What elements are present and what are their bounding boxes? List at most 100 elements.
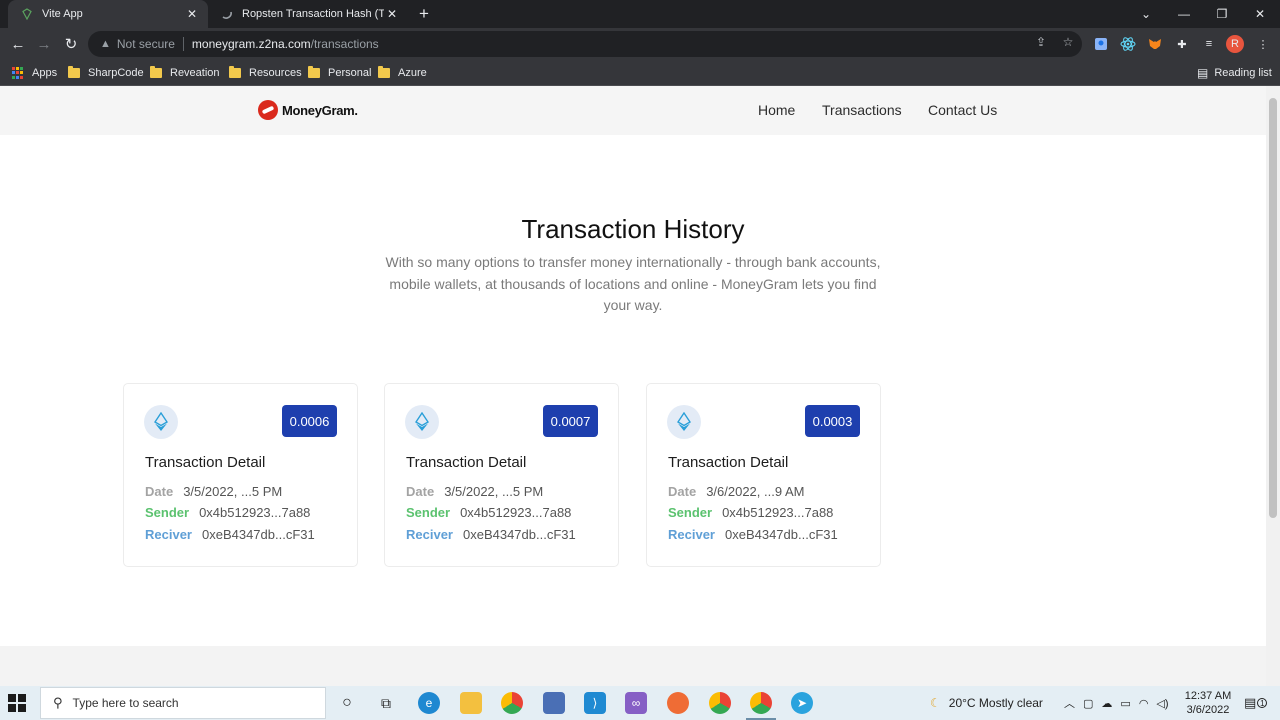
tray-chevron-icon[interactable]: ︿ xyxy=(1064,695,1075,711)
bookmark-apps[interactable]: Apps xyxy=(12,65,57,81)
volume-icon[interactable]: ◁) xyxy=(1156,697,1168,710)
page-footer-band xyxy=(0,646,1266,686)
moneygram-logo-icon xyxy=(258,100,278,120)
wifi-icon[interactable]: ◠ xyxy=(1139,697,1149,710)
receiver-value: 0xeB4347db...cF31 xyxy=(724,527,838,542)
page-scrollbar[interactable] xyxy=(1266,86,1280,686)
receiver-value: 0xeB4347db...cF31 xyxy=(201,527,315,542)
extensions-puzzle-icon[interactable]: ✚ xyxy=(1173,35,1191,53)
tab-search-icon[interactable]: ⌄ xyxy=(1128,0,1164,28)
sender-row: Sender 0x4b512923...7a88 xyxy=(145,505,310,520)
reload-icon[interactable]: ↻ xyxy=(59,32,83,56)
chrome-active-icon[interactable] xyxy=(750,692,772,714)
receiver-label: Reciver xyxy=(406,527,453,542)
tab-ropsten[interactable]: Ropsten Transaction Hash (Txhash) ✕ xyxy=(208,0,408,28)
file-explorer-icon[interactable] xyxy=(460,692,482,714)
minimize-button[interactable]: — xyxy=(1166,0,1202,28)
bookmark-azure[interactable]: Azure xyxy=(378,65,427,81)
tab-vite-app[interactable]: Vite App ✕ xyxy=(8,0,208,28)
warning-icon: ▲ xyxy=(100,38,111,50)
card-title: Transaction Detail xyxy=(406,454,527,471)
battery-icon[interactable]: ▭ xyxy=(1120,697,1130,710)
new-tab-button[interactable]: + xyxy=(415,5,433,23)
bookmark-resources[interactable]: Resources xyxy=(229,65,302,81)
postman-icon[interactable] xyxy=(667,692,689,714)
url-path: /transactions xyxy=(310,37,379,51)
receiver-row: Reciver 0xeB4347db...cF31 xyxy=(406,527,576,542)
telegram-icon[interactable]: ➤ xyxy=(791,692,813,714)
apps-grid-icon xyxy=(12,67,24,79)
moneygram-logo[interactable]: MoneyGram. xyxy=(258,100,358,120)
taskbar-search-input[interactable]: ⚲ Type here to search xyxy=(40,687,326,719)
share-icon[interactable]: ⇪ xyxy=(1033,34,1049,50)
folder-icon xyxy=(150,66,162,78)
window-close-button[interactable]: ✕ xyxy=(1242,0,1278,28)
notification-badge: 1 xyxy=(1257,698,1268,708)
sender-row: Sender 0x4b512923...7a88 xyxy=(668,505,833,520)
profile-avatar[interactable]: R xyxy=(1226,35,1244,53)
sender-label: Sender xyxy=(406,505,451,520)
address-divider xyxy=(182,37,184,51)
forward-icon[interactable]: → xyxy=(32,32,56,56)
sender-value: 0x4b512923...7a88 xyxy=(460,505,572,520)
tab-title: Ropsten Transaction Hash (Txhash) xyxy=(242,8,384,20)
sender-label: Sender xyxy=(668,505,713,520)
tray-app-icon[interactable]: ▢ xyxy=(1083,697,1093,710)
chrome-profile-icon[interactable] xyxy=(709,692,731,714)
sender-row: Sender 0x4b512923...7a88 xyxy=(406,505,571,520)
visual-studio-icon[interactable]: ∞ xyxy=(625,692,647,714)
close-icon[interactable]: ✕ xyxy=(184,6,200,22)
back-icon[interactable]: ← xyxy=(6,32,30,56)
bookmark-reveation[interactable]: Reveation xyxy=(150,65,220,81)
task-view-icon[interactable]: ⧉ xyxy=(375,692,397,714)
close-icon[interactable]: ✕ xyxy=(384,6,400,22)
clock-time: 12:37 AM xyxy=(1184,690,1232,702)
bookmark-label: Reveation xyxy=(170,67,220,79)
notification-center-icon[interactable]: ▤ 1 xyxy=(1244,686,1268,720)
ethereum-icon xyxy=(144,405,178,439)
react-devtools-icon[interactable] xyxy=(1119,35,1137,53)
bookmark-label: Azure xyxy=(398,67,427,79)
nav-contact-us[interactable]: Contact Us xyxy=(928,102,997,118)
remote-desktop-icon[interactable] xyxy=(543,692,565,714)
transaction-card[interactable]: 0.0003 Transaction Detail Date 3/6/2022,… xyxy=(646,383,881,567)
taskbar-clock[interactable]: 12:37 AM 3/6/2022 xyxy=(1180,689,1236,717)
date-label: Date xyxy=(668,484,697,499)
logo-text: MoneyGram. xyxy=(282,102,358,118)
metamask-icon[interactable] xyxy=(1146,35,1164,53)
media-control-icon[interactable]: ≡ xyxy=(1200,35,1218,53)
onedrive-icon[interactable]: ☁ xyxy=(1101,697,1112,710)
reading-list-button[interactable]: ▤ Reading list xyxy=(1197,65,1272,81)
transaction-card[interactable]: 0.0007 Transaction Detail Date 3/5/2022,… xyxy=(384,383,619,567)
transaction-card[interactable]: 0.0006 Transaction Detail Date 3/5/2022,… xyxy=(123,383,358,567)
date-label: Date xyxy=(145,484,174,499)
browser-tab-bar: Vite App ✕ Ropsten Transaction Hash (Txh… xyxy=(0,0,1280,28)
profile-initial: R xyxy=(1231,38,1239,50)
address-bar[interactable]: ▲ Not secure moneygram.z2na.com /transac… xyxy=(88,31,1082,57)
chrome-menu-icon[interactable]: ⋮ xyxy=(1254,35,1272,53)
amount-badge: 0.0007 xyxy=(543,405,598,437)
receiver-label: Reciver xyxy=(145,527,192,542)
windows-start-icon[interactable] xyxy=(8,694,28,712)
amount-badge: 0.0006 xyxy=(282,405,337,437)
search-placeholder: Type here to search xyxy=(72,696,179,710)
nav-home[interactable]: Home xyxy=(758,102,795,118)
date-row: Date 3/6/2022, ...9 AM xyxy=(668,484,804,499)
vscode-icon[interactable]: ⟩ xyxy=(584,692,606,714)
bookmark-label: SharpCode xyxy=(88,67,144,79)
scrollbar-thumb[interactable] xyxy=(1269,98,1277,518)
date-row: Date 3/5/2022, ...5 PM xyxy=(406,484,543,499)
bookmark-sharpcode[interactable]: SharpCode xyxy=(68,65,144,81)
folder-icon xyxy=(308,66,320,78)
edge-icon[interactable]: e xyxy=(418,692,440,714)
bookmark-personal[interactable]: Personal xyxy=(308,65,371,81)
bookmark-star-icon[interactable]: ☆ xyxy=(1060,34,1076,50)
chrome-icon[interactable] xyxy=(501,692,523,714)
cortana-icon[interactable]: ○ xyxy=(336,692,358,714)
nav-transactions[interactable]: Transactions xyxy=(822,102,902,118)
moon-icon: ☾ xyxy=(930,696,941,710)
restore-button[interactable]: ❐ xyxy=(1204,0,1240,28)
weather-widget[interactable]: ☾ 20°C Mostly clear xyxy=(930,686,1043,720)
site-header: MoneyGram. Home Transactions Contact Us xyxy=(0,86,1266,135)
extension-person-icon[interactable] xyxy=(1092,35,1110,53)
